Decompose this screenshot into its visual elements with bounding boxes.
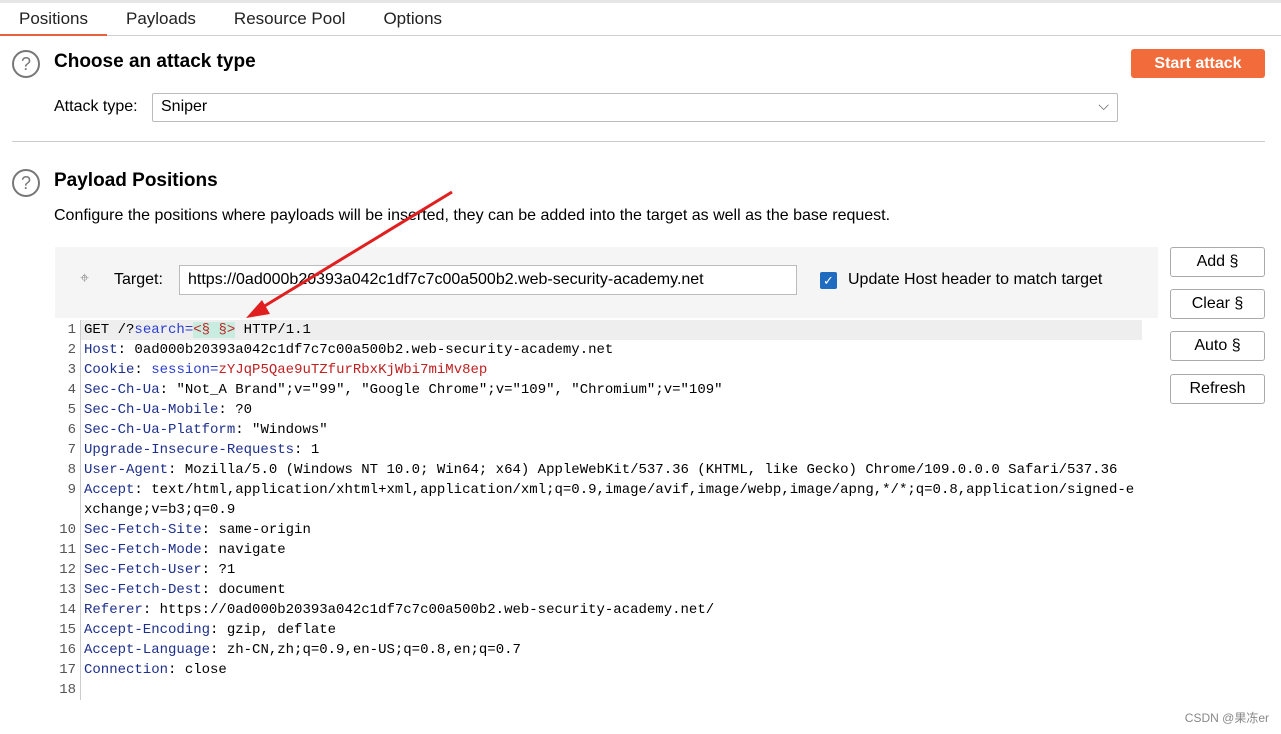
watermark: CSDN @果冻er [1184,711,1269,725]
annotation-arrow [246,190,453,318]
